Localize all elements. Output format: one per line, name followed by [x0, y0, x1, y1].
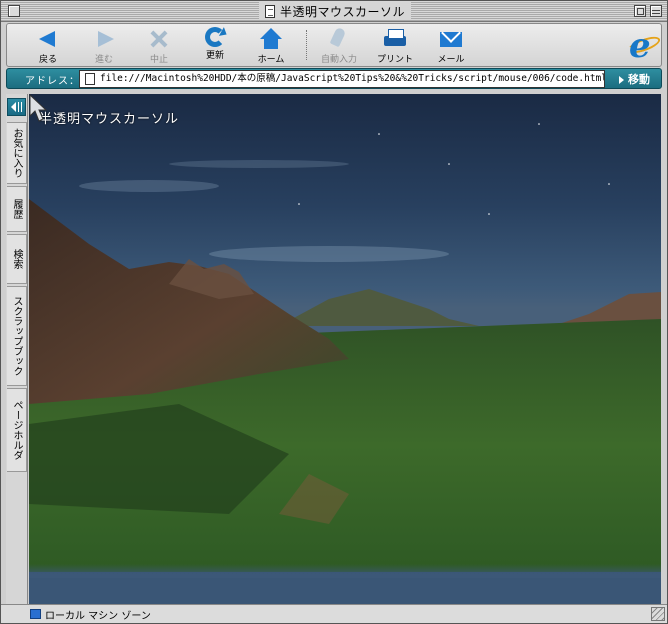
autofill-icon	[327, 27, 351, 51]
refresh-button[interactable]: 更新	[190, 25, 240, 66]
stop-button[interactable]: 中止	[134, 25, 184, 66]
autofill-label: 自動入力	[320, 55, 357, 65]
tab-history[interactable]: 履歴	[7, 186, 27, 232]
tab-search[interactable]: 検索	[7, 234, 27, 284]
print-button[interactable]: プリント	[370, 25, 420, 66]
zoom-box-button[interactable]	[634, 5, 646, 17]
security-zone-text: ローカル マシン ゾーン	[45, 611, 151, 622]
forward-label: 進む	[94, 55, 113, 65]
go-arrow-icon	[619, 76, 624, 84]
stop-label: 中止	[149, 55, 168, 65]
home-icon	[259, 27, 283, 51]
mail-button[interactable]: メール	[426, 25, 476, 66]
back-arrow-icon	[36, 27, 60, 51]
tab-page-holder[interactable]: ページホルダ	[7, 388, 27, 472]
back-button[interactable]: 戻る	[23, 25, 73, 66]
home-label: ホーム	[257, 55, 285, 65]
mail-icon	[439, 27, 463, 51]
address-url: file:///Macintosh%20HDD/本の原稿/JavaScript%…	[100, 73, 605, 84]
translucent-cursor-icon	[29, 94, 48, 122]
window-title: 半透明マウスカーソル	[259, 2, 412, 20]
landscape-background-image	[29, 123, 661, 604]
browser-window: 半透明マウスカーソル 戻る 進む 中止 更新 ホーム 自動入力 プリント メール…	[0, 0, 668, 624]
toolbar-separator	[306, 30, 307, 60]
forward-button[interactable]: 進む	[79, 25, 129, 66]
explorer-bar-tabs: お気に入り 履歴 検索 スクラップブック ページホルダ	[6, 94, 28, 604]
print-label: プリント	[376, 55, 413, 65]
refresh-label: 更新	[205, 51, 224, 61]
ie-logo-icon: e	[625, 27, 663, 65]
explorer-bar-toggle-icon[interactable]	[7, 98, 26, 116]
page-content[interactable]: 半透明マウスカーソル	[29, 94, 661, 604]
page-heading: 半透明マウスカーソル	[39, 112, 180, 127]
tab-favorites[interactable]: お気に入り	[7, 122, 27, 184]
go-label: 移動	[628, 73, 650, 86]
page-icon	[85, 73, 95, 85]
window-controls	[634, 5, 662, 17]
print-icon	[383, 27, 407, 51]
toolbar: 戻る 進む 中止 更新 ホーム 自動入力 プリント メール e	[6, 23, 663, 67]
refresh-icon	[205, 27, 225, 47]
forward-arrow-icon	[92, 27, 116, 51]
address-input[interactable]: file:///Macintosh%20HDD/本の原稿/JavaScript%…	[79, 70, 605, 88]
window-title-text: 半透明マウスカーソル	[280, 4, 406, 19]
tab-search-label: 検索	[11, 249, 22, 269]
collapse-box-button[interactable]	[650, 5, 662, 17]
home-button[interactable]: ホーム	[246, 25, 296, 66]
address-bar: アドレス： file:///Macintosh%20HDD/本の原稿/JavaS…	[6, 68, 662, 89]
title-bar[interactable]: 半透明マウスカーソル	[1, 1, 667, 22]
status-bar: ローカル マシン ゾーン	[1, 604, 667, 623]
tab-scrapbook[interactable]: スクラップブック	[7, 286, 27, 386]
tab-favorites-label: お気に入り	[11, 128, 22, 178]
go-button[interactable]: 移動	[619, 71, 650, 87]
address-label: アドレス：	[25, 76, 80, 87]
tab-page-holder-label: ページホルダ	[11, 400, 22, 460]
mail-label: メール	[437, 55, 465, 65]
autofill-button[interactable]: 自動入力	[314, 25, 364, 66]
document-icon	[265, 4, 275, 18]
close-box-button[interactable]	[8, 5, 20, 17]
stop-icon	[147, 27, 171, 51]
zone-icon	[30, 609, 41, 619]
tab-history-label: 履歴	[11, 199, 22, 219]
tab-scrapbook-label: スクラップブック	[11, 296, 22, 376]
right-edge-strip	[661, 94, 667, 604]
resize-handle[interactable]	[651, 607, 665, 621]
back-label: 戻る	[38, 55, 57, 65]
